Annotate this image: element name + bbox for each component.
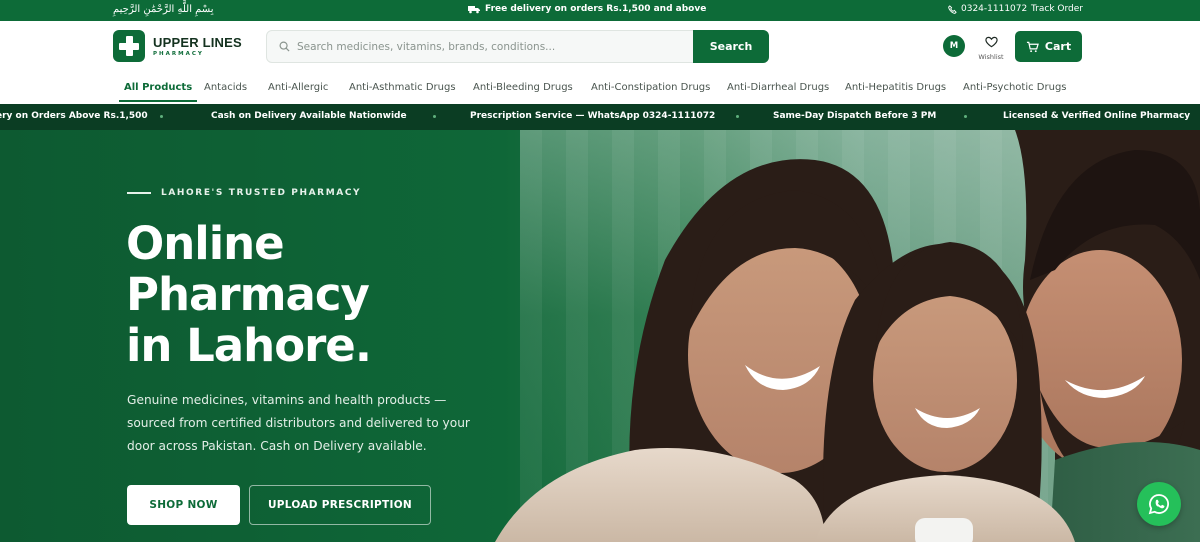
info-ticker: ery on Orders Above Rs.1,500 Cash on Del… — [0, 104, 1200, 130]
family-hero-image — [495, 130, 1200, 542]
truck-icon — [468, 5, 480, 13]
cart-icon — [1026, 41, 1039, 52]
heart-icon — [984, 36, 998, 48]
hero-banner: LAHORE'S TRUSTED PHARMACY Online Pharmac… — [0, 130, 1200, 542]
logo-name: UPPER LINES — [153, 35, 242, 50]
search-bar: Search — [266, 30, 769, 63]
ticker-item: Cash on Delivery Available Nationwide — [211, 111, 407, 121]
top-announcement-bar: بِسْمِ اللَّهِ الرَّحْمَٰنِ الرَّحِيمِ F… — [0, 0, 1200, 21]
ticker-item: ery on Orders Above Rs.1,500 — [0, 111, 148, 121]
hero-title-line: in Lahore. — [126, 319, 372, 372]
phone-number: 0324-1111072 — [961, 4, 1028, 14]
search-input[interactable] — [297, 31, 692, 62]
category-anti-constipation[interactable]: Anti-Constipation Drugs — [591, 82, 710, 93]
user-avatar[interactable]: M — [943, 35, 965, 57]
eyebrow-line — [127, 192, 151, 194]
wishlist-label: Wishlist — [978, 53, 1004, 61]
hero-title: Online Pharmacy in Lahore. — [126, 218, 546, 371]
upload-prescription-button[interactable]: UPLOAD PRESCRIPTION — [249, 485, 431, 525]
cart-button[interactable]: Cart — [1015, 31, 1082, 62]
whatsapp-chat-button[interactable] — [1137, 482, 1181, 526]
site-logo[interactable]: UPPER LINES PHARMACY — [113, 30, 242, 62]
promo-text: Free delivery on orders Rs.1,500 and abo… — [485, 4, 707, 14]
category-anti-diarrheal[interactable]: Anti-Diarrheal Drugs — [727, 82, 829, 93]
bismillah-text: بِسْمِ اللَّهِ الرَّحْمَٰنِ الرَّحِيمِ — [113, 4, 214, 15]
eyebrow-text: LAHORE'S TRUSTED PHARMACY — [161, 188, 362, 198]
pharmacy-cross-icon — [113, 30, 145, 62]
hero-title-line: Pharmacy — [126, 268, 370, 321]
shop-now-button[interactable]: SHOP NOW — [127, 485, 240, 525]
ticker-separator — [736, 115, 739, 118]
ticker-separator — [433, 115, 436, 118]
category-anti-psychotic[interactable]: Anti-Psychotic Drugs — [963, 82, 1067, 93]
category-antacids[interactable]: Antacids — [204, 82, 247, 93]
category-all-products[interactable]: All Products — [118, 82, 198, 102]
search-button[interactable]: Search — [693, 30, 769, 63]
wishlist-button[interactable]: Wishlist — [976, 33, 1006, 61]
track-order-link[interactable]: Track Order — [1031, 4, 1083, 14]
category-anti-allergic[interactable]: Anti-Allergic — [268, 82, 328, 93]
hero-title-line: Online — [126, 217, 285, 270]
category-anti-bleeding[interactable]: Anti-Bleeding Drugs — [473, 82, 573, 93]
hero-eyebrow: LAHORE'S TRUSTED PHARMACY — [127, 188, 361, 198]
search-icon — [279, 41, 290, 52]
category-nav: All Products Antacids Anti-Allergic Anti… — [0, 73, 1200, 104]
whatsapp-icon — [1148, 494, 1169, 515]
ticker-item: Licensed & Verified Online Pharmacy — [1003, 111, 1191, 121]
ticker-separator — [964, 115, 967, 118]
cart-label: Cart — [1044, 40, 1072, 53]
ticker-separator — [160, 115, 163, 118]
ticker-item: Same-Day Dispatch Before 3 PM — [773, 111, 937, 121]
ticker-item: Prescription Service — WhatsApp 0324-111… — [470, 111, 716, 121]
free-delivery-promo: Free delivery on orders Rs.1,500 and abo… — [468, 4, 706, 14]
category-anti-hepatitis[interactable]: Anti-Hepatitis Drugs — [845, 82, 946, 93]
category-anti-asthmatic[interactable]: Anti-Asthmatic Drugs — [349, 82, 456, 93]
logo-subtitle: PHARMACY — [153, 51, 204, 57]
hero-description: Genuine medicines, vitamins and health p… — [127, 393, 470, 453]
site-header: UPPER LINES PHARMACY Search M Wishlist C… — [0, 21, 1200, 73]
phone-link[interactable]: 0324-1111072 — [948, 4, 1027, 14]
phone-icon — [948, 4, 957, 14]
